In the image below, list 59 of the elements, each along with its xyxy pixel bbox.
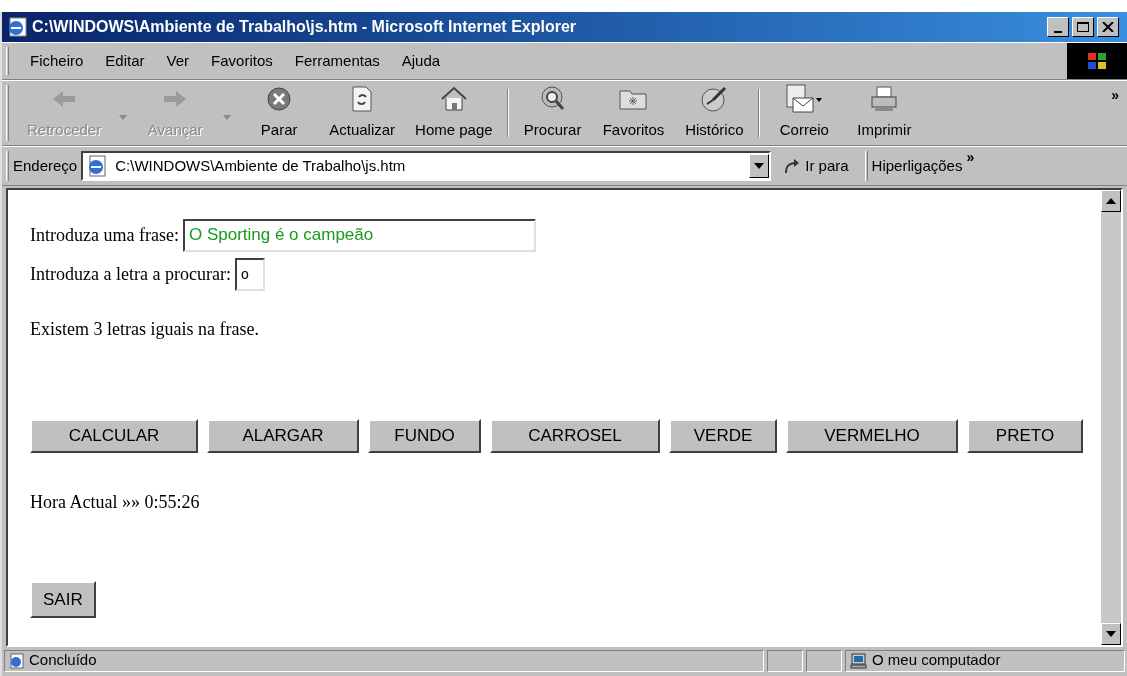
phrase-input-field[interactable]: O Sporting é o campeão — [182, 218, 536, 252]
action-button[interactable]: FUNDO — [368, 419, 481, 453]
close-button[interactable] — [1097, 17, 1119, 37]
search-icon — [538, 84, 567, 113]
page-icon — [9, 652, 25, 669]
letter-label: Introduza a letra a procurar: — [30, 262, 231, 286]
vertical-scrollbar[interactable] — [1101, 190, 1121, 645]
action-button[interactable]: CARROSEL — [490, 419, 660, 453]
stop-button[interactable]: Parar — [239, 81, 320, 145]
stop-icon — [266, 84, 293, 113]
down-arrow-icon[interactable] — [1106, 631, 1116, 637]
print-button[interactable]: Imprimir — [844, 81, 925, 145]
windows-logo-icon — [1067, 43, 1127, 79]
menu-item[interactable]: Ficheiro — [21, 49, 93, 73]
page-icon — [87, 155, 108, 177]
phrase-label: Introduza uma frase: — [30, 223, 179, 247]
status-pane — [806, 649, 842, 672]
menu-item[interactable]: Ferramentas — [285, 49, 389, 73]
action-button[interactable]: VERDE — [669, 419, 777, 453]
action-button[interactable]: CALCULAR — [30, 419, 198, 453]
refresh-button[interactable]: Actualizar — [319, 81, 406, 145]
mail-button[interactable]: Correio — [764, 81, 845, 145]
close-icon — [1102, 22, 1114, 32]
address-field[interactable]: C:\WINDOWS\Ambiente de Trabalho\js.htm — [81, 151, 772, 181]
window-title: C:\WINDOWS\Ambiente de Trabalho\js.htm - Microsoft Internet Explorer — [32, 17, 578, 37]
result-text: Existem 3 letras iguais na frase. — [30, 318, 260, 341]
menu-item[interactable]: Favoritos — [202, 49, 282, 73]
go-button[interactable]: Ir para — [775, 154, 857, 178]
clock-text: Hora Actual »» 0:55:26 — [30, 491, 201, 514]
minimize-button[interactable] — [1047, 17, 1069, 37]
action-button[interactable]: ALARGAR — [207, 419, 359, 453]
home-button[interactable]: Home page — [405, 81, 503, 145]
status-text: Concluído — [29, 650, 97, 671]
history-button[interactable]: Histórico — [674, 81, 755, 145]
menu-item[interactable]: Editar — [96, 49, 154, 73]
address-label: Endereço — [13, 155, 78, 176]
computer-icon — [850, 652, 868, 669]
exit-button[interactable]: SAIR — [30, 581, 96, 618]
action-button[interactable]: VERMELHO — [786, 419, 958, 453]
menu-item[interactable]: Ajuda — [392, 49, 450, 73]
links-chevron[interactable]: » — [966, 147, 975, 168]
dropdown-button[interactable] — [749, 154, 770, 178]
links-label[interactable]: Hiperligações — [871, 154, 963, 178]
refresh-icon — [351, 84, 374, 113]
toolbar-chevron[interactable]: » — [1111, 85, 1119, 106]
print-icon — [869, 84, 900, 113]
status-pane — [767, 649, 803, 672]
favorites-button[interactable]: Favoritos — [592, 81, 675, 145]
up-arrow-icon[interactable] — [1106, 198, 1116, 204]
browser-icon — [6, 16, 28, 38]
maximize-button[interactable] — [1072, 17, 1094, 37]
action-button[interactable]: PRETO — [967, 419, 1083, 453]
menu-item[interactable]: Ver — [157, 49, 199, 73]
caret-icon — [754, 163, 765, 169]
search-button[interactable]: Procurar — [512, 81, 593, 145]
letter-input-field[interactable]: o — [234, 257, 265, 291]
home-icon — [439, 84, 468, 113]
zone-text: O meu computador — [872, 650, 1001, 671]
mail-icon — [785, 84, 824, 113]
